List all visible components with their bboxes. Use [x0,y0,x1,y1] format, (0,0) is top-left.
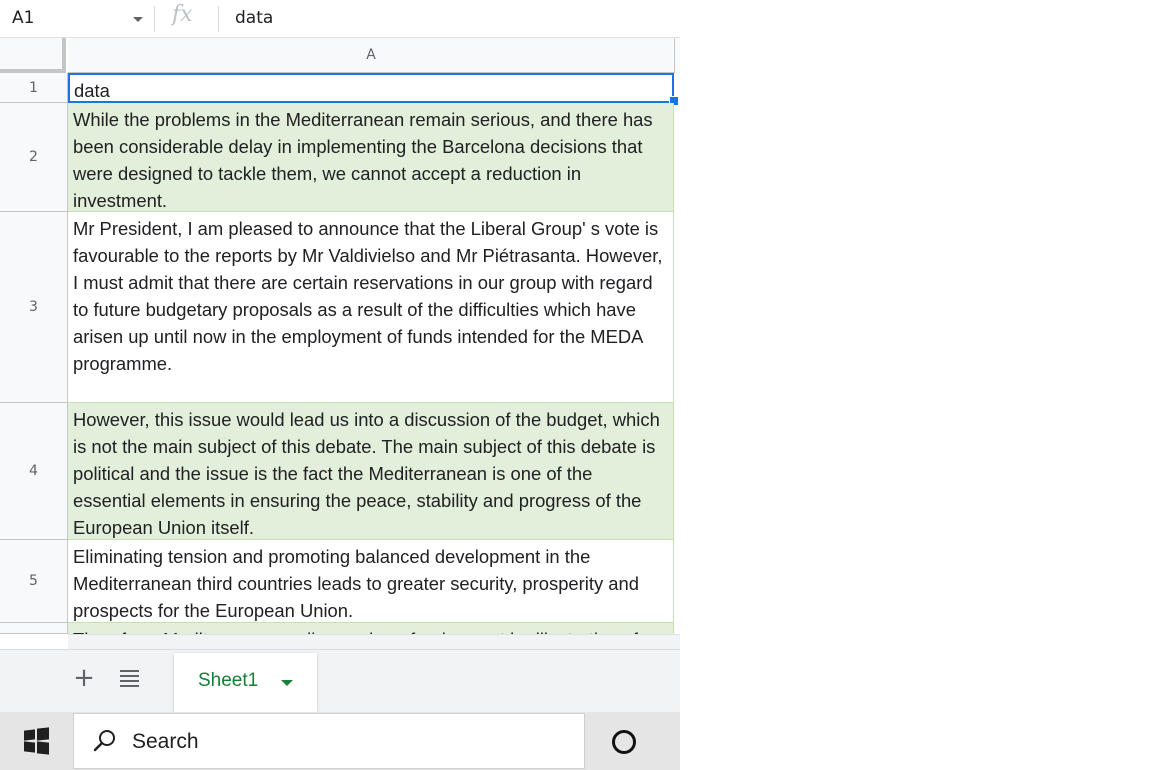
table-row: 2 While the problems in the Mediterranea… [0,103,674,212]
row-header[interactable]: 4 [0,403,68,540]
all-sheets-list-icon[interactable] [119,666,141,690]
row-header[interactable]: 5 [0,540,68,623]
table-row: 1 data [0,73,674,103]
row-header[interactable]: 1 [0,73,68,103]
cell-a2[interactable]: While the problems in the Mediterranean … [68,103,674,212]
sheet-tab-bar: + Sheet1 [0,649,680,712]
horizontal-scrollbar[interactable] [68,634,680,649]
cortana-circle-icon[interactable] [612,730,636,754]
divider [218,6,219,32]
cell-a4[interactable]: However, this issue would lead us into a… [68,403,674,540]
start-icon-pane [37,727,49,741]
row-header[interactable]: 3 [0,212,68,403]
search-placeholder: Search [132,730,199,753]
formula-bar: A1 fx data [0,0,680,38]
select-all-corner[interactable] [0,38,66,73]
table-row: 4 However, this issue would lead us into… [0,403,674,540]
start-icon-pane [37,741,49,755]
row-header[interactable]: 2 [0,103,68,212]
column-header-a[interactable]: A [68,38,674,73]
start-icon-pane [24,729,35,741]
divider [154,6,155,32]
cell-a1[interactable]: data [68,73,674,103]
column-header-next[interactable] [674,38,680,73]
start-icon-pane [24,741,35,753]
column-header-label: A [366,47,376,63]
table-row: 3 Mr President, I am pleased to announce… [0,212,674,403]
windows-taskbar: Search [0,712,680,770]
fx-icon: fx [172,2,193,27]
table-row: 5 Eliminating tension and promoting bala… [0,540,674,623]
chevron-down-icon[interactable] [281,680,293,686]
sheet-tab-sheet1[interactable]: Sheet1 [174,653,317,712]
cell-a6[interactable]: Therefore, Mediterranean policy, and our… [68,623,674,634]
search-icon [93,730,115,752]
add-sheet-button[interactable]: + [72,665,96,691]
sheet-tab-label: Sheet1 [198,670,259,691]
name-box-dropdown-icon[interactable] [133,17,143,22]
windows-start-icon[interactable] [0,712,72,770]
spreadsheet-app: A1 fx data A 1 data 2 While the problems… [0,0,680,770]
name-box[interactable]: A1 [12,8,34,28]
formula-input[interactable]: data [235,8,273,28]
cell-a5[interactable]: Eliminating tension and promoting balanc… [68,540,674,623]
row-header[interactable] [0,623,68,634]
taskbar-search-box[interactable]: Search [73,713,585,769]
cell-a3[interactable]: Mr President, I am pleased to announce t… [68,212,674,403]
table-row: Therefore, Mediterranean policy, and our… [0,623,674,634]
